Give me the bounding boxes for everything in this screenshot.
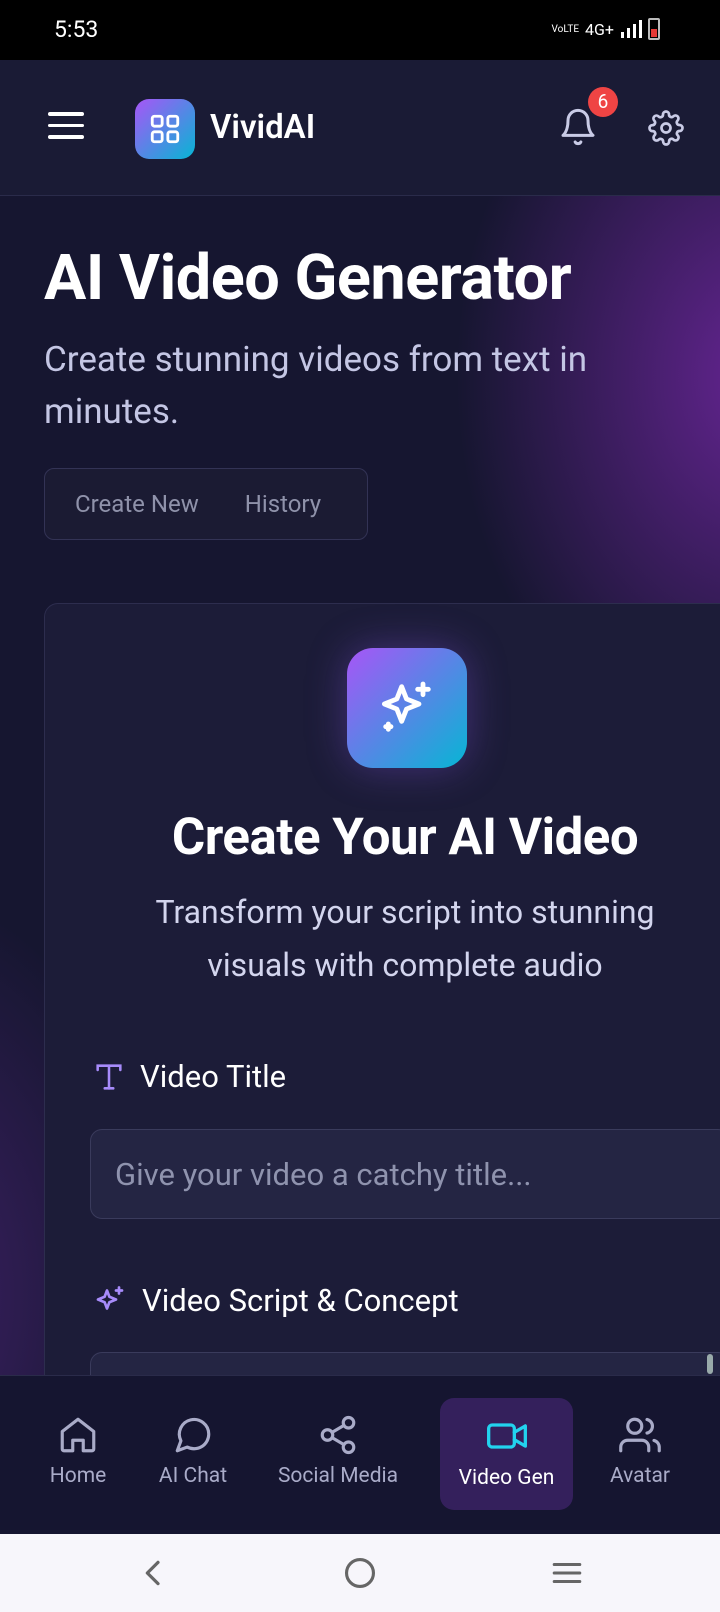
volte-icon: VoLTE xyxy=(551,23,580,35)
sparkles-icon xyxy=(347,648,467,768)
recents-icon[interactable] xyxy=(550,1556,584,1590)
page-title: AI Video Generator xyxy=(44,242,572,315)
notification-badge: 6 xyxy=(588,87,618,117)
nav-video-gen[interactable]: Video Gen xyxy=(440,1398,573,1510)
video-script-label-text: Video Script & Concept xyxy=(142,1282,459,1319)
video-icon xyxy=(486,1423,527,1449)
video-title-input[interactable]: Give your video a catchy title... xyxy=(90,1129,720,1219)
page-subtitle: Create stunning videos from text in minu… xyxy=(44,339,588,432)
home-circle-icon[interactable] xyxy=(343,1556,377,1590)
brand-name: VividAI xyxy=(210,108,316,147)
nav-video-gen-label: Video Gen xyxy=(458,1466,555,1490)
sparkle-small-icon xyxy=(96,1285,124,1310)
text-icon xyxy=(96,1063,122,1090)
video-title-label: Video Title xyxy=(92,1058,286,1095)
bottom-nav: Home AI Chat Social Media Video Gen Avat… xyxy=(0,1375,720,1534)
nav-avatar-label: Avatar xyxy=(609,1464,671,1488)
nav-social-media[interactable]: Social Media xyxy=(268,1376,408,1534)
video-title-label-text: Video Title xyxy=(140,1058,287,1095)
signal-icon xyxy=(621,20,642,38)
share-icon xyxy=(320,1415,356,1455)
chat-icon xyxy=(175,1417,211,1453)
network-label: 4G+ xyxy=(585,19,614,39)
nav-avatar[interactable]: Avatar xyxy=(600,1376,680,1534)
nav-social-media-label: Social Media xyxy=(277,1464,399,1488)
card-title: Create Your AI Video xyxy=(171,808,639,867)
scrollbar[interactable] xyxy=(707,1354,713,1374)
system-nav-bar xyxy=(0,1534,720,1612)
status-bar: 5:53 VoLTE 4G+ xyxy=(0,0,720,60)
back-icon[interactable] xyxy=(138,1556,170,1590)
users-icon xyxy=(619,1417,661,1453)
video-title-placeholder: Give your video a catchy title... xyxy=(115,1155,532,1193)
app-logo-icon xyxy=(135,99,195,159)
tab-create-new[interactable]: Create New xyxy=(75,490,199,518)
tab-history[interactable]: History xyxy=(245,490,321,518)
tab-bar: Create New History xyxy=(44,468,368,540)
app-bar: VividAI 6 xyxy=(0,60,720,196)
menu-button[interactable] xyxy=(48,112,84,142)
home-icon xyxy=(60,1417,96,1453)
nav-home-label: Home xyxy=(49,1464,107,1488)
status-indicators: VoLTE 4G+ xyxy=(551,18,660,40)
nav-ai-chat[interactable]: AI Chat xyxy=(148,1376,238,1534)
battery-icon xyxy=(648,18,660,40)
status-time: 5:53 xyxy=(54,16,99,43)
card-subtitle: Transform your script into stunning visu… xyxy=(155,893,655,984)
nav-home[interactable]: Home xyxy=(40,1376,116,1534)
video-script-label: Video Script & Concept xyxy=(92,1282,459,1319)
gear-icon[interactable] xyxy=(648,110,684,146)
nav-ai-chat-label: AI Chat xyxy=(158,1464,228,1488)
